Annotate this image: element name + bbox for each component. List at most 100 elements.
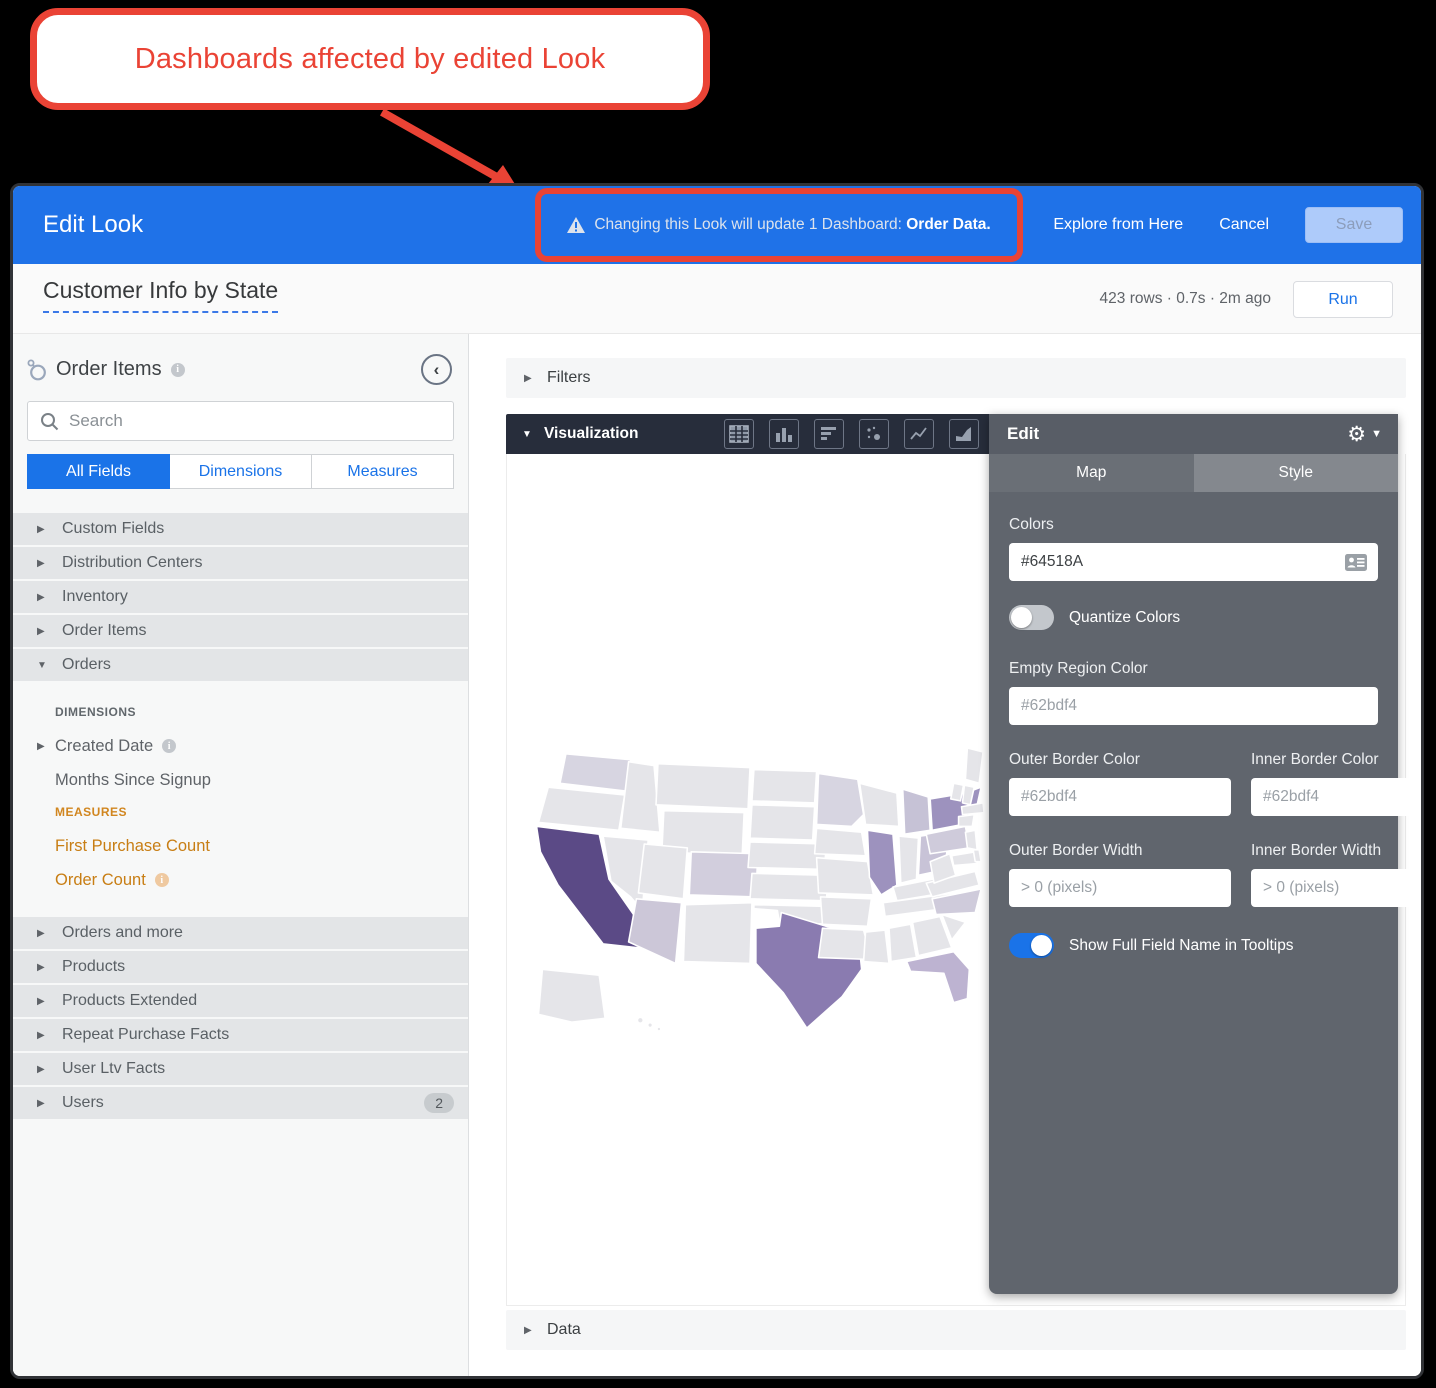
chevron-down-icon: ▼ bbox=[37, 660, 47, 671]
explore-title: Order Items bbox=[56, 358, 162, 381]
chevron-right-icon: ▶ bbox=[37, 1064, 47, 1075]
search-icon bbox=[40, 412, 59, 431]
group-products[interactable]: ▶ Products bbox=[13, 951, 468, 983]
empty-region-color-input[interactable] bbox=[1021, 697, 1368, 715]
explore-from-here-button[interactable]: Explore from Here bbox=[1053, 216, 1183, 234]
tab-style[interactable]: Style bbox=[1194, 454, 1399, 492]
edit-panel: Edit ⚙ ▼ Map Style Colors bbox=[989, 414, 1398, 1294]
dimensions-heading: DIMENSIONS bbox=[13, 705, 468, 719]
query-stats: 423 rows · 0.7s · 2m ago bbox=[1100, 264, 1271, 334]
explore-info-icon[interactable]: i bbox=[171, 363, 185, 377]
quantize-colors-label: Quantize Colors bbox=[1069, 609, 1180, 627]
collapse-sidebar-button[interactable]: ‹ bbox=[421, 354, 452, 385]
search-input[interactable] bbox=[69, 411, 441, 431]
group-orders[interactable]: ▼ Orders bbox=[13, 649, 468, 681]
field-groups: ▶ Custom Fields ▶ Distribution Centers ▶… bbox=[13, 513, 468, 1119]
colors-input[interactable] bbox=[1021, 553, 1344, 571]
field-search[interactable] bbox=[27, 401, 454, 441]
edit-panel-tabs: Map Style bbox=[989, 454, 1398, 492]
viz-settings-menu[interactable]: ⚙ ▼ bbox=[1347, 424, 1382, 445]
warning-icon bbox=[567, 217, 585, 233]
chevron-right-icon: ▶ bbox=[524, 1325, 534, 1336]
group-distribution-centers[interactable]: ▶ Distribution Centers bbox=[13, 547, 468, 579]
outer-border-width-input[interactable] bbox=[1021, 879, 1221, 897]
edit-panel-header: Edit ⚙ ▼ bbox=[989, 414, 1398, 454]
data-section-header[interactable]: ▶ Data bbox=[506, 1310, 1406, 1350]
chevron-right-icon: ▶ bbox=[37, 626, 47, 637]
group-order-items[interactable]: ▶ Order Items bbox=[13, 615, 468, 647]
explore-icon bbox=[27, 359, 47, 381]
table-icon[interactable] bbox=[724, 419, 754, 449]
tooltips-row: Show Full Field Name in Tooltips bbox=[1009, 933, 1378, 958]
field-months-since-signup[interactable]: Months Since Signup bbox=[13, 763, 468, 797]
group-orders-and-more[interactable]: ▶ Orders and more bbox=[13, 917, 468, 949]
warning-message: Changing this Look will update 1 Dashboa… bbox=[594, 216, 990, 234]
tab-all-fields[interactable]: All Fields bbox=[27, 454, 170, 489]
area-chart-icon[interactable] bbox=[949, 419, 979, 449]
look-title[interactable]: Customer Info by State bbox=[43, 277, 278, 313]
chevron-right-icon: ▶ bbox=[37, 962, 47, 973]
chevron-right-icon: ▶ bbox=[37, 996, 47, 1007]
visualization-section-header[interactable]: ▼ Visualization bbox=[506, 414, 989, 454]
chevron-right-icon: ▶ bbox=[37, 928, 47, 939]
group-repeat-purchase-facts[interactable]: ▶ Repeat Purchase Facts bbox=[13, 1019, 468, 1051]
outer-border-color-input[interactable] bbox=[1021, 788, 1221, 806]
group-products-extended[interactable]: ▶ Products Extended bbox=[13, 985, 468, 1017]
tab-dimensions[interactable]: Dimensions bbox=[170, 454, 312, 489]
edit-panel-title: Edit bbox=[1007, 424, 1039, 444]
filters-section-header[interactable]: ▶ Filters bbox=[506, 358, 1406, 398]
color-palette-picker-icon[interactable] bbox=[1344, 553, 1368, 572]
chevron-down-icon: ▼ bbox=[1371, 428, 1382, 440]
chart-type-picker bbox=[724, 419, 979, 449]
column-chart-icon[interactable] bbox=[769, 419, 799, 449]
tab-measures[interactable]: Measures bbox=[312, 454, 454, 489]
inner-border-color-label: Inner Border Color bbox=[1251, 751, 1424, 769]
group-users[interactable]: ▶ Users 2 bbox=[13, 1087, 468, 1119]
inner-border-color-field bbox=[1251, 778, 1424, 816]
chevron-right-icon: ▶ bbox=[524, 373, 534, 384]
chevron-right-icon: ▶ bbox=[37, 558, 47, 569]
field-first-purchase-count[interactable]: First Purchase Count bbox=[13, 829, 468, 863]
empty-region-color-field bbox=[1009, 687, 1378, 725]
chevron-right-icon: ▶ bbox=[37, 1030, 47, 1041]
cancel-button[interactable]: Cancel bbox=[1219, 216, 1269, 234]
header-actions: Explore from Here Cancel Save bbox=[1053, 186, 1403, 264]
users-count-badge: 2 bbox=[424, 1093, 454, 1113]
look-toolbar: Customer Info by State 423 rows · 0.7s ·… bbox=[13, 264, 1421, 334]
field-order-count[interactable]: Order Count i bbox=[13, 863, 468, 897]
show-full-field-name-toggle[interactable] bbox=[1009, 933, 1054, 958]
inner-border-color-input[interactable] bbox=[1263, 788, 1424, 806]
warning-dashboard-name: Order Data. bbox=[906, 216, 990, 233]
orders-group-body: DIMENSIONS ▶ Created Date i Months Since… bbox=[13, 683, 468, 917]
outer-border-color-label: Outer Border Color bbox=[1009, 751, 1231, 769]
scatter-chart-icon[interactable] bbox=[859, 419, 889, 449]
tab-map[interactable]: Map bbox=[989, 454, 1194, 492]
explore-header: Order Items i ‹ bbox=[13, 334, 468, 385]
field-picker-sidebar: Order Items i ‹ All Fields Dimensions Me… bbox=[13, 334, 469, 1376]
save-button[interactable]: Save bbox=[1305, 207, 1403, 243]
inner-border-width-field bbox=[1251, 869, 1424, 907]
callout-dashboards-affected: Dashboards affected by edited Look bbox=[30, 8, 710, 110]
info-icon[interactable]: i bbox=[155, 873, 169, 887]
main-content: ▶ Filters ▼ Visualization bbox=[470, 334, 1421, 1376]
empty-region-color-label: Empty Region Color bbox=[1009, 660, 1378, 678]
info-icon[interactable]: i bbox=[162, 739, 176, 753]
inner-border-width-input[interactable] bbox=[1263, 879, 1424, 897]
outer-border-color-field bbox=[1009, 778, 1231, 816]
run-button[interactable]: Run bbox=[1293, 281, 1393, 318]
group-custom-fields[interactable]: ▶ Custom Fields bbox=[13, 513, 468, 545]
quantize-colors-row: Quantize Colors bbox=[1009, 605, 1378, 630]
us-choropleth-map[interactable] bbox=[515, 738, 985, 1042]
field-filter-tabs: All Fields Dimensions Measures bbox=[27, 454, 454, 489]
chevron-right-icon: ▶ bbox=[37, 592, 47, 603]
group-inventory[interactable]: ▶ Inventory bbox=[13, 581, 468, 613]
quantize-colors-toggle[interactable] bbox=[1009, 605, 1054, 630]
line-chart-icon[interactable] bbox=[904, 419, 934, 449]
colors-label: Colors bbox=[1009, 516, 1378, 534]
group-user-ltv-facts[interactable]: ▶ User Ltv Facts bbox=[13, 1053, 468, 1085]
inner-border-width-label: Inner Border Width bbox=[1251, 842, 1424, 860]
chevron-right-icon: ▶ bbox=[37, 1098, 47, 1109]
field-created-date[interactable]: ▶ Created Date i bbox=[13, 729, 468, 763]
bar-chart-icon[interactable] bbox=[814, 419, 844, 449]
chevron-down-icon: ▼ bbox=[522, 429, 532, 440]
